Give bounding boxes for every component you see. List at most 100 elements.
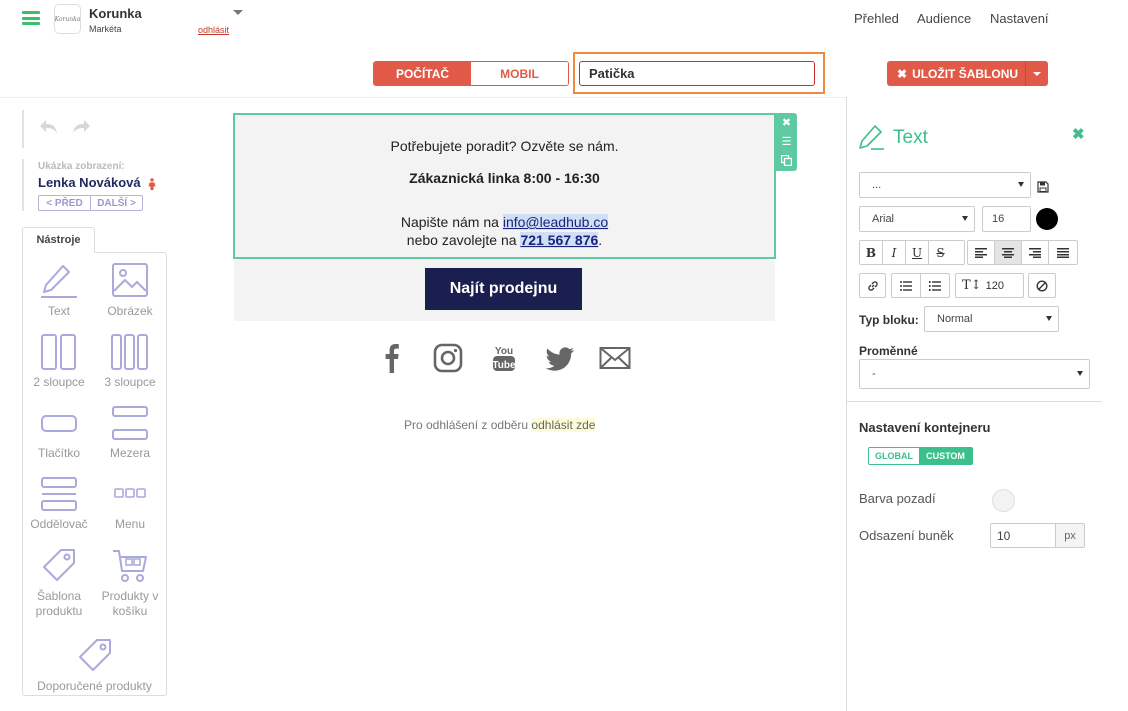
panel-divider: [847, 401, 1102, 402]
company-logo: Korunka: [54, 4, 81, 34]
facebook-icon[interactable]: [384, 343, 400, 378]
tool-three-columns-label: 3 sloupce: [104, 375, 156, 389]
preview-next-button[interactable]: DALŠÍ >: [91, 196, 142, 210]
email-address-link[interactable]: info@leadhub.co: [502, 214, 609, 230]
font-select[interactable]: Arial: [859, 206, 975, 232]
tool-cart-products[interactable]: Produkty v košíku: [95, 547, 165, 619]
cell-padding-input[interactable]: 10: [990, 523, 1056, 548]
align-center-icon[interactable]: [995, 241, 1022, 264]
instagram-icon[interactable]: [433, 343, 463, 378]
tool-product-template-label-2: produktu: [35, 604, 83, 618]
template-name-input[interactable]: [579, 61, 815, 86]
duplicate-block-icon[interactable]: [776, 151, 797, 170]
logout-link[interactable]: odhlásit: [198, 25, 229, 35]
phone-link[interactable]: 721 567 876: [520, 232, 599, 248]
right-panel-border: [846, 97, 847, 711]
tool-button[interactable]: Tlačítko: [24, 404, 94, 461]
align-right-icon[interactable]: [1022, 241, 1049, 264]
tool-cart-products-label-1: Produkty v: [101, 589, 159, 603]
variables-label: Proměnné: [859, 344, 918, 358]
underline-button[interactable]: U: [906, 241, 929, 264]
svg-text:Tube: Tube: [492, 360, 516, 371]
close-icon[interactable]: ✖: [1072, 125, 1085, 143]
numbered-list-icon[interactable]: [921, 274, 949, 297]
line-height-icon: T↕: [962, 278, 982, 293]
move-block-icon[interactable]: ☰: [776, 132, 797, 151]
email-call-prefix: nebo zavolejte na: [406, 232, 521, 248]
cell-padding-unit: px: [1055, 523, 1085, 548]
tag-icon: [78, 639, 111, 671]
save-style-icon[interactable]: [1037, 180, 1049, 193]
mobile-view-button[interactable]: MOBIL: [471, 62, 568, 85]
hamburger-menu-icon[interactable]: [22, 11, 40, 25]
redo-icon[interactable]: [70, 117, 92, 137]
save-dropdown-toggle[interactable]: [1026, 71, 1048, 76]
bullet-list-icon[interactable]: [892, 274, 921, 297]
font-size-input[interactable]: 16: [982, 206, 1031, 232]
line-height-value: 120: [985, 279, 1004, 292]
clear-formatting-icon[interactable]: [1028, 273, 1056, 298]
tool-product-template[interactable]: Šablona produktu: [24, 547, 94, 619]
menu-icon: [114, 488, 146, 498]
email-icon[interactable]: [599, 343, 631, 378]
unsubscribe-link[interactable]: odhlásit zde: [531, 418, 596, 432]
tool-image[interactable]: Obrázek: [95, 262, 165, 319]
block-type-select[interactable]: Normal: [924, 306, 1059, 332]
tool-spacer-label: Mezera: [109, 446, 150, 460]
tool-menu[interactable]: Menu: [95, 475, 165, 532]
tool-three-columns[interactable]: 3 sloupce: [95, 333, 165, 390]
text-align-group: [967, 240, 1078, 265]
tool-two-columns[interactable]: 2 sloupce: [24, 333, 94, 390]
top-bar: Korunka Korunka Markéta odhlásit Přehled…: [0, 0, 1128, 40]
nav-audience[interactable]: Audience: [917, 11, 971, 26]
italic-button[interactable]: I: [883, 241, 906, 264]
two-columns-icon: [41, 334, 76, 370]
list-group: [891, 273, 950, 298]
strikethrough-button[interactable]: S: [929, 241, 952, 264]
image-icon: [112, 263, 148, 297]
nav-overview[interactable]: Přehled: [854, 11, 899, 26]
preview-prev-button[interactable]: < PŘED: [39, 196, 91, 210]
desktop-view-button[interactable]: POČÍTAČ: [374, 62, 471, 85]
tool-divider[interactable]: Oddělovač: [24, 475, 94, 532]
background-color-picker[interactable]: [992, 489, 1015, 512]
unsubscribe-prefix: Pro odhlášení z odběru: [404, 418, 532, 432]
align-left-icon[interactable]: [968, 241, 995, 264]
find-store-button[interactable]: Najít prodejnu: [425, 268, 582, 310]
link-icon[interactable]: [859, 273, 886, 298]
twitter-icon[interactable]: [545, 343, 575, 378]
tool-recommended-products[interactable]: Doporučené produkty: [23, 637, 166, 694]
delete-block-icon[interactable]: ✖: [776, 113, 797, 132]
youtube-icon[interactable]: You Tube: [491, 343, 517, 378]
variables-select[interactable]: -: [859, 359, 1090, 389]
properties-title: Text: [893, 127, 928, 148]
selected-text-block[interactable]: Potřebujete poradit? Ozvěte se nám. Záka…: [233, 113, 776, 259]
style-select[interactable]: ...: [859, 172, 1031, 198]
nav-settings[interactable]: Nastavení: [990, 11, 1049, 26]
tool-text[interactable]: Text: [24, 262, 94, 319]
company-name[interactable]: Korunka: [89, 6, 142, 21]
tab-tools[interactable]: Nástroje: [22, 227, 95, 253]
svg-text:You: You: [495, 346, 513, 357]
undo-icon[interactable]: [38, 117, 60, 137]
global-option[interactable]: GLOBAL: [869, 448, 919, 464]
email-write-prefix: Napište nám na: [400, 214, 503, 230]
save-template-button[interactable]: ✖ ULOŽIT ŠABLONU: [887, 61, 1048, 86]
tag-icon: [43, 549, 75, 581]
custom-option[interactable]: CUSTOM: [919, 448, 972, 464]
chevron-down-icon: [1046, 316, 1052, 321]
line-height-input[interactable]: T↕ 120: [955, 273, 1024, 298]
tool-button-label: Tlačítko: [37, 446, 80, 460]
chevron-down-icon: [962, 216, 968, 221]
style-select-value: ...: [872, 179, 882, 191]
bold-button[interactable]: B: [860, 241, 883, 264]
text-color-picker[interactable]: [1036, 208, 1058, 230]
history-bar: [22, 110, 24, 148]
template-name-highlight: [573, 52, 825, 94]
chevron-down-icon[interactable]: [233, 10, 243, 15]
tool-spacer[interactable]: Mezera: [95, 404, 165, 461]
text-style-group: B I U S: [859, 240, 965, 265]
align-justify-icon[interactable]: [1049, 241, 1077, 264]
tool-two-columns-label: 2 sloupce: [33, 375, 85, 389]
chevron-down-icon: [1018, 182, 1024, 187]
